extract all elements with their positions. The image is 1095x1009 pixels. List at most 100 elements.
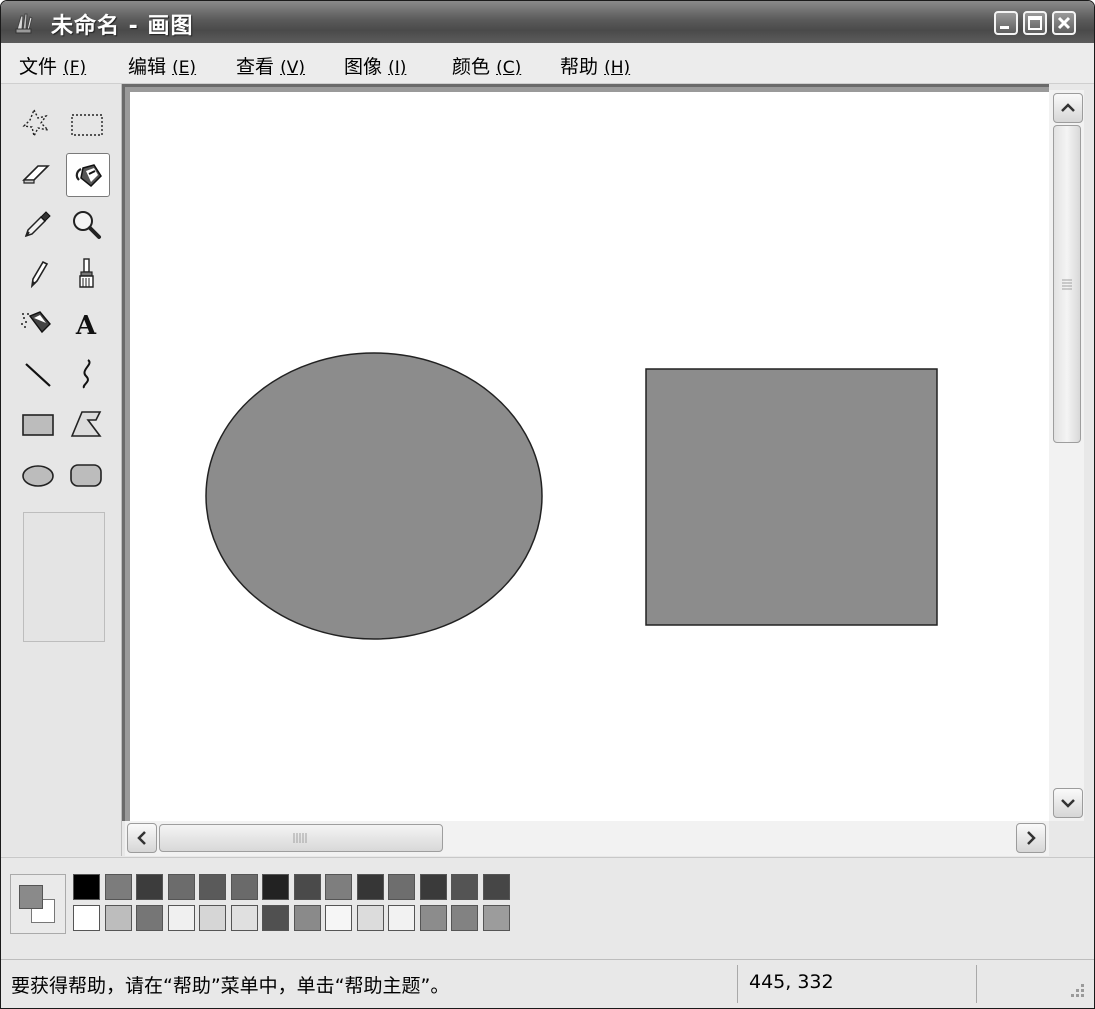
menu-edit[interactable]: 编辑 (E) [128, 52, 196, 79]
palette-swatch[interactable] [388, 874, 415, 900]
palette-swatch[interactable] [73, 905, 100, 931]
eraser-icon [22, 165, 50, 184]
paint-bucket-icon [75, 164, 102, 188]
canvas-rectangle-shape[interactable] [645, 368, 938, 626]
text-tool[interactable]: A [64, 302, 108, 346]
palette-swatch[interactable] [419, 874, 447, 900]
palette-swatch[interactable] [482, 874, 510, 900]
rectangle-select-tool[interactable] [64, 102, 108, 146]
free-form-select-tool[interactable] [16, 102, 60, 146]
color-palette [1, 857, 1094, 958]
scroll-down-button[interactable] [1053, 788, 1083, 818]
menu-bar: 文件 (F) 编辑 (E) 查看 (V) 图像 (I) 颜色 (C) 帮助 (H… [1, 43, 1094, 84]
chevron-left-icon [137, 831, 146, 845]
foreground-color-swatch[interactable] [19, 885, 43, 909]
line-tool[interactable] [16, 352, 60, 396]
palette-swatch[interactable] [451, 874, 478, 900]
palette-swatch[interactable] [482, 905, 510, 931]
polygon-icon [70, 411, 102, 437]
close-button[interactable] [1052, 11, 1076, 35]
status-help-text: 要获得帮助，请在“帮助”菜单中，单击“帮助主题”。 [11, 975, 450, 997]
scroll-right-button[interactable] [1016, 823, 1046, 853]
current-colors-box[interactable] [10, 874, 66, 934]
airbrush-icon [21, 311, 51, 334]
pencil-tool[interactable] [16, 252, 60, 296]
rounded-rectangle-icon [70, 464, 102, 487]
palette-swatch[interactable] [230, 905, 258, 931]
palette-swatch[interactable] [199, 874, 226, 900]
grip-lines-icon [1062, 279, 1072, 290]
pencil-icon [30, 260, 49, 289]
resize-grip-icon[interactable] [1065, 980, 1087, 1002]
canvas-ellipse-shape[interactable] [205, 352, 543, 640]
drawing-canvas[interactable] [130, 92, 1049, 821]
canvas-scroll-area [122, 84, 1049, 821]
minimize-button[interactable] [994, 11, 1018, 35]
grip-lines-icon [293, 833, 307, 843]
cursor-coordinates: 445, 332 [749, 971, 834, 993]
menu-file[interactable]: 文件 (F) [19, 52, 86, 79]
palette-swatch[interactable] [388, 905, 415, 931]
palette-swatch[interactable] [104, 874, 132, 900]
paint-app-icon[interactable] [13, 10, 37, 34]
eyedropper-icon [24, 211, 51, 238]
brush-tool[interactable] [64, 252, 108, 296]
eraser-tool[interactable] [16, 152, 60, 196]
menu-image[interactable]: 图像 (I) [344, 52, 406, 79]
palette-swatch[interactable] [230, 874, 258, 900]
curve-tool[interactable] [64, 352, 108, 396]
palette-swatch[interactable] [325, 905, 352, 931]
brush-icon [79, 258, 94, 288]
palette-swatch[interactable] [167, 905, 195, 931]
title-bar[interactable]: 未命名 - 画图 [1, 1, 1094, 43]
rectangle-icon [22, 414, 54, 436]
palette-swatch[interactable] [167, 874, 195, 900]
text-icon: A [75, 311, 97, 341]
palette-swatch[interactable] [451, 905, 478, 931]
vertical-scroll-thumb[interactable] [1053, 125, 1081, 443]
ellipse-tool[interactable] [16, 452, 60, 496]
status-separator [976, 965, 977, 1003]
line-icon [25, 363, 51, 387]
toolbox: A [1, 84, 122, 856]
palette-swatch[interactable] [356, 874, 384, 900]
scrollbar-corner [1049, 821, 1094, 856]
scroll-up-button[interactable] [1053, 93, 1083, 123]
maximize-button[interactable] [1023, 11, 1047, 35]
palette-swatch[interactable] [293, 905, 321, 931]
palette-swatch[interactable] [104, 905, 132, 931]
palette-swatch[interactable] [262, 874, 289, 900]
free-form-select-icon [22, 108, 51, 139]
menu-view[interactable]: 查看 (V) [236, 52, 305, 79]
palette-swatch[interactable] [136, 905, 163, 931]
tool-options-panel[interactable] [23, 512, 105, 642]
palette-swatch[interactable] [199, 905, 226, 931]
airbrush-tool[interactable] [16, 302, 60, 346]
rectangle-tool[interactable] [16, 402, 60, 446]
status-separator [737, 965, 738, 1003]
palette-swatch[interactable] [293, 874, 321, 900]
window-title: 未命名 - 画图 [51, 14, 194, 39]
pick-color-tool[interactable] [16, 202, 60, 246]
palette-swatch[interactable] [419, 905, 447, 931]
palette-swatch[interactable] [136, 874, 163, 900]
chevron-right-icon [1027, 831, 1036, 845]
curve-icon [82, 359, 91, 389]
menu-colors[interactable]: 颜色 (C) [452, 52, 521, 79]
magnifier-icon [73, 211, 101, 239]
scroll-left-button[interactable] [127, 823, 157, 853]
horizontal-scroll-thumb[interactable] [159, 824, 443, 852]
chevron-down-icon [1061, 799, 1075, 808]
magnifier-tool[interactable] [64, 202, 108, 246]
rounded-rectangle-tool[interactable] [64, 452, 108, 496]
text-tool-glyph: A [75, 311, 97, 341]
fill-with-color-tool[interactable] [66, 153, 110, 197]
polygon-tool[interactable] [64, 402, 108, 446]
palette-swatch[interactable] [73, 874, 100, 900]
chevron-up-icon [1061, 103, 1075, 112]
palette-swatch[interactable] [262, 905, 289, 931]
menu-help[interactable]: 帮助 (H) [560, 52, 630, 79]
rectangle-select-icon [71, 114, 103, 136]
palette-swatch[interactable] [356, 905, 384, 931]
palette-swatch[interactable] [325, 874, 352, 900]
